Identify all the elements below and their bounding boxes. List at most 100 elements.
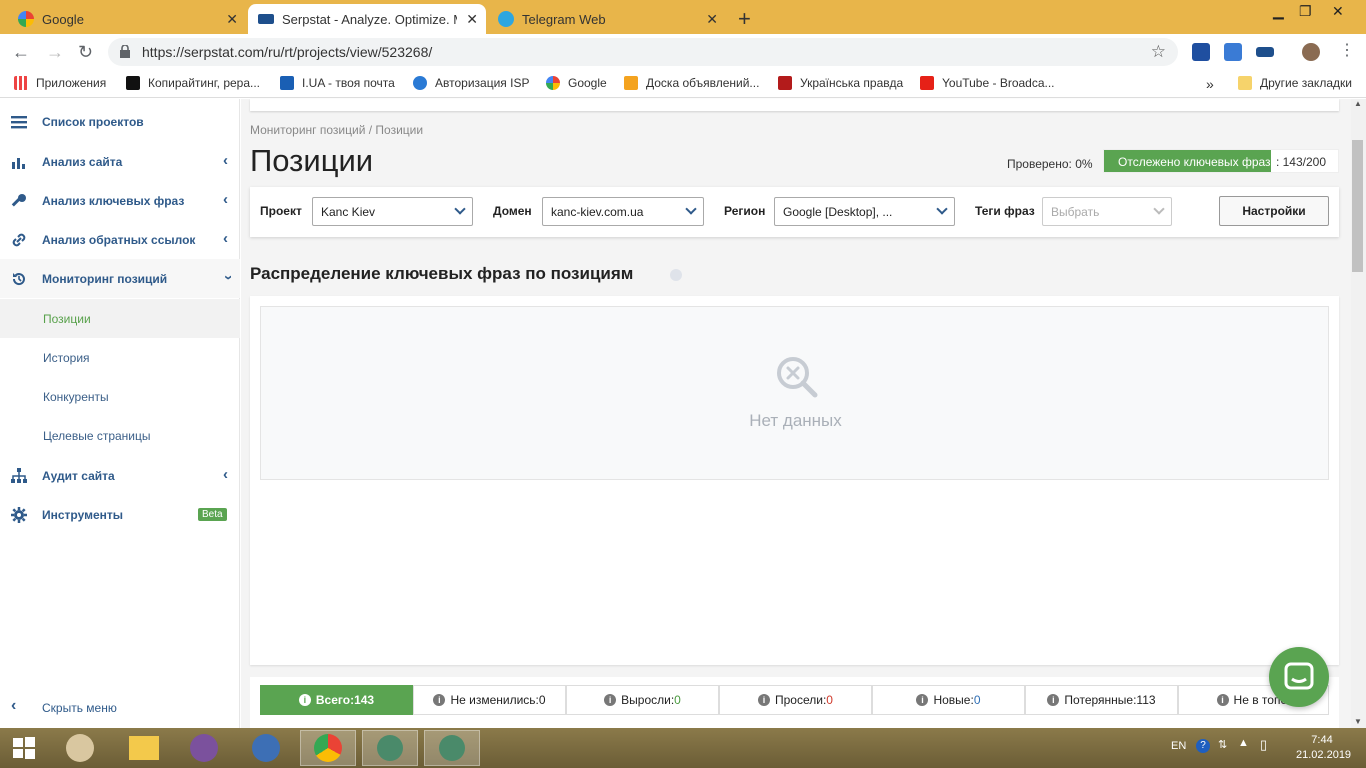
sidebar-item-keywords[interactable]: Анализ ключевых фраз ‹ bbox=[0, 181, 240, 220]
stat-new[interactable]: i Новые: 0 bbox=[872, 685, 1025, 715]
bar-chart-icon bbox=[12, 158, 25, 169]
bookmark-item[interactable]: Авторизация ISP bbox=[413, 76, 529, 90]
bookmark-item[interactable]: Доска объявлений... bbox=[624, 76, 759, 90]
new-tab-icon[interactable]: + bbox=[738, 6, 751, 32]
region-select[interactable]: Google [Desktop], ... bbox=[774, 197, 955, 226]
tracked-keywords-progress: Отслежено ключевых фраз : 143/200 bbox=[1103, 149, 1339, 173]
domain-select[interactable]: kanc-kiev.com.ua bbox=[542, 197, 704, 226]
help-icon[interactable]: ? bbox=[1196, 739, 1210, 753]
info-icon: i bbox=[298, 694, 311, 706]
info-icon: i bbox=[604, 694, 617, 706]
close-tab-icon[interactable]: ✕ bbox=[466, 11, 478, 28]
scroll-up-icon[interactable]: ▲ bbox=[1354, 99, 1362, 108]
chat-button[interactable] bbox=[1269, 647, 1329, 707]
close-window-icon[interactable]: ✕ bbox=[1332, 3, 1344, 20]
bookmark-item[interactable]: Копирайтинг, рерa... bbox=[126, 76, 260, 90]
sidebar-subitem-target-pages[interactable]: Целевые страницы bbox=[0, 416, 240, 455]
bookmark-item[interactable]: YouTube - Broadca... bbox=[920, 76, 1055, 90]
minimize-icon[interactable]: ▁ bbox=[1273, 3, 1284, 20]
avatar[interactable] bbox=[1302, 43, 1320, 61]
close-tab-icon[interactable]: ✕ bbox=[226, 11, 238, 28]
bookmark-item[interactable]: I.UA - твоя почта bbox=[280, 76, 395, 90]
stat-value: 0 bbox=[674, 693, 681, 707]
sidebar-item-backlinks[interactable]: Анализ обратных ссылок ‹ bbox=[0, 220, 240, 259]
stat-unchanged[interactable]: i Не изменились: 0 bbox=[413, 685, 566, 715]
checked-status: Проверено: 0% bbox=[1007, 157, 1093, 171]
beta-badge: Beta bbox=[198, 508, 227, 521]
info-icon: i bbox=[1216, 694, 1229, 706]
key-icon bbox=[11, 194, 26, 207]
info-icon: i bbox=[1047, 694, 1060, 706]
stat-label: Всего: bbox=[315, 693, 355, 707]
bookmarks-overflow-icon[interactable]: » bbox=[1206, 76, 1214, 92]
tab-title: Google bbox=[42, 11, 84, 27]
stat-total[interactable]: i Всего: 143 bbox=[260, 685, 413, 715]
sidebar-item-site-analysis[interactable]: Анализ сайта ‹ bbox=[0, 142, 240, 181]
other-bookmarks[interactable]: Другие закладки bbox=[1238, 76, 1352, 90]
sidebar-subitem-history[interactable]: История bbox=[0, 338, 240, 377]
bookmark-item[interactable]: Google bbox=[546, 76, 607, 90]
taskbar-chrome-icon[interactable] bbox=[300, 730, 356, 766]
clock[interactable]: 7:44 21.02.2019 bbox=[1296, 733, 1351, 763]
tab-title: Serpstat - Analyze. Optimize. Ma bbox=[282, 11, 457, 27]
scroll-down-icon[interactable]: ▼ bbox=[1354, 717, 1362, 726]
bookmark-apps[interactable]: Приложения bbox=[14, 76, 106, 90]
chevron-left-icon: ‹ bbox=[223, 466, 228, 483]
info-icon[interactable] bbox=[670, 269, 682, 281]
tab-telegram[interactable]: Telegram Web ✕ bbox=[488, 4, 726, 34]
isp-icon bbox=[413, 76, 427, 90]
lock-icon bbox=[120, 45, 130, 58]
sidebar-item-tools[interactable]: Инструменты Beta bbox=[0, 495, 240, 534]
start-button[interactable] bbox=[0, 730, 48, 766]
taskbar-explorer-icon[interactable] bbox=[116, 730, 172, 766]
tab-google[interactable]: Google ✕ bbox=[8, 4, 246, 34]
stat-label: Новые: bbox=[933, 693, 974, 707]
stat-label: Потерянные: bbox=[1064, 693, 1137, 707]
sidebar-subitem-competitors[interactable]: Конкуренты bbox=[0, 377, 240, 416]
settings-button[interactable]: Настройки bbox=[1219, 196, 1329, 226]
serpstat-extension-icon[interactable] bbox=[1256, 47, 1274, 57]
taskbar-app-icon[interactable] bbox=[424, 730, 480, 766]
show-hidden-icons-icon[interactable]: ▲ bbox=[1238, 737, 1249, 749]
back-icon[interactable]: ← bbox=[12, 42, 30, 63]
reload-icon[interactable]: ↻ bbox=[78, 42, 93, 63]
sidebar-subitem-positions[interactable]: Позиции bbox=[0, 299, 240, 338]
sidebar-item-position-monitoring[interactable]: Мониторинг позиций ‹ bbox=[0, 259, 240, 298]
windows-taskbar: EN ? ⇅ ▲ ▯ 7:44 21.02.2019 bbox=[0, 728, 1366, 768]
top-card-edge bbox=[250, 99, 1339, 111]
bookmark-star-icon[interactable]: ☆ bbox=[1151, 42, 1166, 62]
close-tab-icon[interactable]: ✕ bbox=[706, 11, 718, 28]
tags-select[interactable]: Выбрать bbox=[1042, 197, 1172, 226]
sidebar-item-projects[interactable]: Список проектов bbox=[0, 102, 240, 141]
tray-arrows-icon[interactable]: ⇅ bbox=[1218, 738, 1227, 751]
collapse-menu-button[interactable]: ‹ Скрыть меню bbox=[0, 688, 240, 727]
language-indicator[interactable]: EN bbox=[1171, 740, 1186, 752]
address-bar[interactable]: https://serpstat.com/ru/rt/projects/view… bbox=[108, 38, 1178, 66]
browser-tab-strip: Google ✕ Serpstat - Analyze. Optimize. M… bbox=[0, 0, 1366, 34]
forward-icon[interactable]: → bbox=[46, 42, 64, 63]
stat-dropped[interactable]: i Просели: 0 bbox=[719, 685, 872, 715]
battery-icon[interactable]: ▯ bbox=[1260, 737, 1267, 753]
iua-icon bbox=[280, 76, 294, 90]
tab-serpstat[interactable]: Serpstat - Analyze. Optimize. Ma ✕ bbox=[248, 4, 486, 34]
chevron-down-icon: ‹ bbox=[219, 275, 236, 280]
stat-value: 113 bbox=[1136, 693, 1156, 707]
taskbar-paint-icon[interactable] bbox=[52, 730, 108, 766]
stat-lost[interactable]: i Потерянные: 113 bbox=[1025, 685, 1178, 715]
stat-value: 0 bbox=[826, 693, 833, 707]
gear-icon bbox=[11, 507, 27, 523]
chevron-left-icon: ‹ bbox=[223, 230, 228, 247]
menu-dots-icon[interactable]: ⋮ bbox=[1339, 40, 1355, 60]
extension-icon[interactable] bbox=[1224, 43, 1242, 61]
scroll-thumb[interactable] bbox=[1352, 140, 1363, 272]
bookmark-item[interactable]: Українська правда bbox=[778, 76, 903, 90]
extension-id-icon[interactable] bbox=[1192, 43, 1210, 61]
stat-grew[interactable]: i Выросли: 0 bbox=[566, 685, 719, 715]
taskbar-viber-icon[interactable] bbox=[176, 730, 232, 766]
restore-icon[interactable]: ❐ bbox=[1299, 3, 1312, 20]
taskbar-thunderbird-icon[interactable] bbox=[238, 730, 294, 766]
project-select[interactable]: Kanc Kiev bbox=[312, 197, 473, 226]
bookmark-label: Українська правда bbox=[800, 76, 904, 90]
taskbar-app-icon[interactable] bbox=[362, 730, 418, 766]
sidebar-item-site-audit[interactable]: Аудит сайта ‹ bbox=[0, 456, 240, 495]
